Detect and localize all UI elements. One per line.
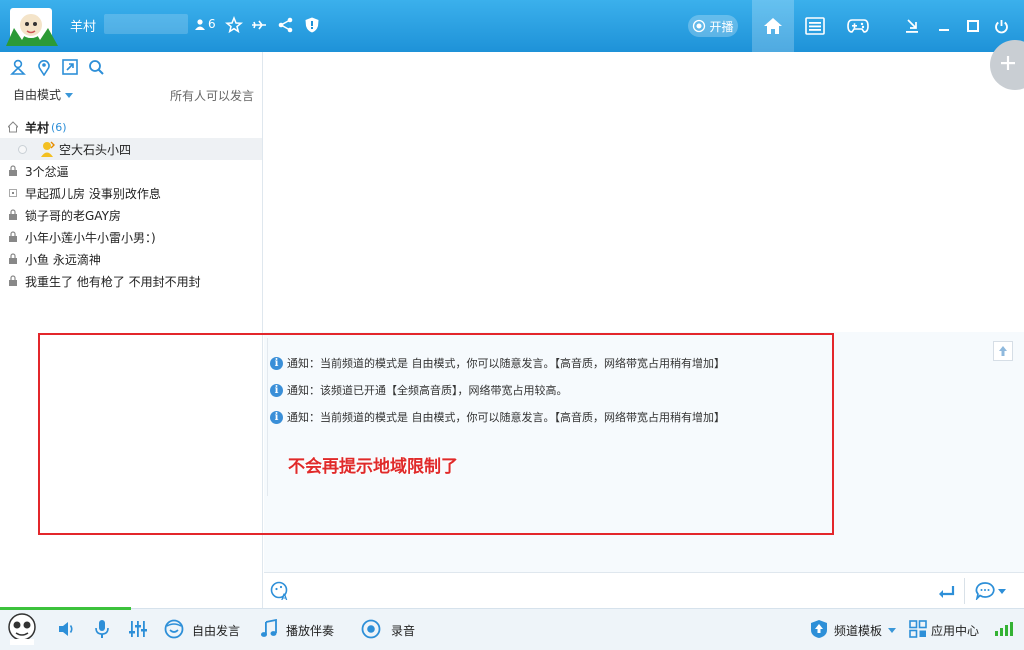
template-shield-icon <box>811 620 827 638</box>
app-center-button[interactable]: 应用中心 <box>931 622 979 639</box>
svg-text:A: A <box>281 592 288 601</box>
microphone-icon <box>95 620 109 638</box>
lock-icon <box>9 253 17 264</box>
channel-item[interactable]: 小年小莲小牛小雷小男：) <box>0 226 262 248</box>
member-count[interactable]: 6 <box>195 17 216 31</box>
record-button[interactable]: 录音 <box>391 622 415 639</box>
maximize-button[interactable] <box>963 16 983 36</box>
chevron-down-icon[interactable] <box>888 628 896 633</box>
emoji-button[interactable] <box>975 581 1011 601</box>
channel-template-icon[interactable] <box>808 618 830 640</box>
channel-item[interactable]: 早起孤儿房 没事别改作息 <box>0 182 262 204</box>
channel-stage <box>264 52 1024 332</box>
chat-bubble-icon <box>975 582 995 600</box>
channel-item[interactable]: 锁子哥的老GAY房 <box>0 204 262 226</box>
send-icon[interactable] <box>936 584 956 600</box>
tab-list[interactable] <box>794 0 836 52</box>
user-avatar[interactable] <box>6 612 38 646</box>
group-avatar[interactable] <box>6 6 64 46</box>
upload-tool-button[interactable] <box>60 56 80 78</box>
search-icon <box>89 60 104 75</box>
upload-icon <box>62 59 78 75</box>
user-icon <box>195 18 205 30</box>
music-note-icon <box>261 619 277 637</box>
list-icon <box>805 17 825 35</box>
power-icon <box>994 19 1008 33</box>
group-name: 羊村 <box>70 20 97 35</box>
mode-dropdown[interactable]: 自由模式 <box>13 86 74 103</box>
lock-icon <box>9 209 17 220</box>
airplane-icon[interactable] <box>250 16 268 34</box>
person-icon <box>10 59 26 75</box>
free-speak-icon[interactable] <box>163 618 185 640</box>
lock-icon <box>9 231 17 242</box>
lock-icon <box>9 275 17 286</box>
speaker-icon <box>59 622 73 636</box>
title-bar: 羊村 6 开播 <box>0 0 1024 52</box>
channel-dot-icon <box>9 189 17 197</box>
user-avatar-icon <box>41 141 55 157</box>
current-user-row[interactable]: 空大石头小四 <box>0 138 262 160</box>
share-icon[interactable] <box>277 16 295 34</box>
music-icon-button[interactable] <box>258 618 280 640</box>
input-separator <box>964 578 965 604</box>
home-icon <box>8 121 18 133</box>
record-icon <box>361 619 381 639</box>
play-accompaniment-button[interactable]: 播放伴奏 <box>286 622 334 639</box>
channel-list: 羊村 (6) 空大石头小四 3个忿逼 早起孤儿房 没事别改作息 锁子哥的老GAY… <box>0 116 262 292</box>
microphone-button[interactable] <box>91 618 113 640</box>
shield-icon[interactable] <box>303 16 321 34</box>
chevron-down-icon <box>65 93 74 98</box>
redacted-id <box>104 14 188 34</box>
root-channel[interactable]: 羊村 (6) <box>0 116 262 138</box>
plus-icon <box>1001 56 1015 70</box>
close-button[interactable] <box>991 16 1011 36</box>
location-pin-icon <box>38 59 50 76</box>
channel-item[interactable]: 小鱼 永远滴神 <box>0 248 262 270</box>
channel-item[interactable]: 3个忿逼 <box>0 160 262 182</box>
volume-level-line <box>0 607 131 610</box>
speaker-button[interactable] <box>55 618 77 640</box>
equalizer-icon <box>129 621 147 637</box>
scroll-top-button[interactable] <box>993 341 1013 361</box>
message-input[interactable] <box>264 572 1024 608</box>
equalizer-button[interactable] <box>127 618 149 640</box>
channel-toolbar <box>8 56 106 78</box>
minimize-icon <box>939 29 949 31</box>
status-dot <box>18 144 27 154</box>
start-broadcast-button[interactable]: 开播 <box>688 15 738 37</box>
maximize-icon <box>967 20 979 32</box>
download-icon <box>906 19 918 33</box>
search-tool-button[interactable] <box>86 56 106 78</box>
tab-games[interactable] <box>837 0 879 52</box>
signal-strength-icon <box>995 622 1013 636</box>
channel-template-button[interactable]: 频道模板 <box>834 622 882 639</box>
font-style-icon[interactable]: A <box>270 581 290 601</box>
member-tool-button[interactable] <box>8 56 28 78</box>
star-icon[interactable] <box>225 16 243 34</box>
location-tool-button[interactable] <box>34 56 54 78</box>
arrow-up-icon <box>999 346 1007 356</box>
tab-home[interactable] <box>752 0 794 52</box>
minimize-button[interactable] <box>934 16 954 36</box>
app-center-icon[interactable] <box>907 618 929 640</box>
lock-icon <box>9 165 17 176</box>
home-icon <box>764 18 782 34</box>
add-button[interactable] <box>990 40 1024 90</box>
grid-icon <box>909 620 927 638</box>
highlight-box <box>38 333 834 535</box>
channel-item[interactable]: 我重生了 他有枪了 不用封不用封 <box>0 270 262 292</box>
gamepad-icon <box>847 19 869 33</box>
broadcast-icon <box>693 19 706 33</box>
record-icon-button[interactable] <box>360 618 382 640</box>
chevron-down-icon <box>998 588 1006 594</box>
permission-text: 所有人可以发言 <box>169 89 254 103</box>
free-speak-button[interactable]: 自由发言 <box>192 622 240 639</box>
smile-icon <box>164 619 184 639</box>
download-button[interactable] <box>902 16 922 36</box>
